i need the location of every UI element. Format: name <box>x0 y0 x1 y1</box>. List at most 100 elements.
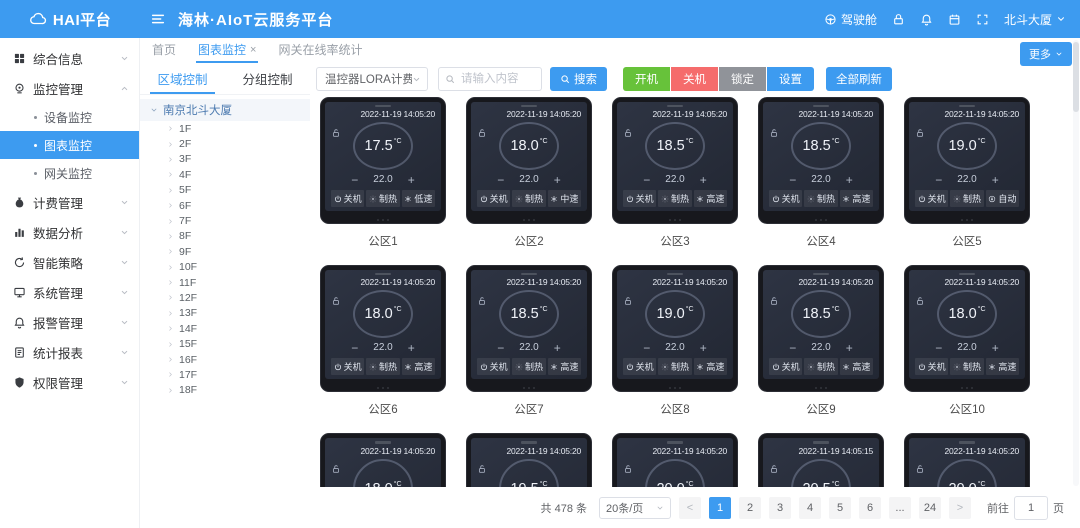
mode-button[interactable]: 制热 <box>804 190 837 207</box>
device-card-3[interactable]: 2022-11-19 14:05:2018.5°C−22.0+关机制热高速公区3 <box>612 97 738 249</box>
device-type-select[interactable]: 温控器LORA计费 <box>316 67 428 91</box>
power-state-button[interactable]: 关机 <box>769 358 802 375</box>
power-state-button[interactable]: 关机 <box>477 190 510 207</box>
cockpit-button[interactable]: 驾驶舱 <box>824 11 877 28</box>
breadcrumb-tab-1[interactable]: 图表监控× <box>198 41 256 63</box>
setpoint-plus-button[interactable]: + <box>408 175 415 185</box>
device-card-13[interactable]: 2022-11-19 14:05:2020.0°C <box>612 433 738 490</box>
sidebar-item-7[interactable]: 统计报表 <box>0 337 139 367</box>
power-off-button[interactable]: 关机 <box>671 67 718 91</box>
tree-floor-15F[interactable]: 15F <box>140 336 310 351</box>
mode-button[interactable]: 制热 <box>804 358 837 375</box>
setpoint-plus-button[interactable]: + <box>700 343 707 353</box>
tree-floor-12F[interactable]: 12F <box>140 290 310 305</box>
fan-speed-button[interactable]: 高速 <box>402 358 435 375</box>
setpoint-plus-button[interactable]: + <box>700 175 707 185</box>
fan-speed-button[interactable]: 高速 <box>694 190 727 207</box>
device-card-1[interactable]: 2022-11-19 14:05:2017.5°C−22.0+关机制热低速公区1 <box>320 97 446 249</box>
setpoint-minus-button[interactable]: − <box>643 175 650 185</box>
search-input[interactable] <box>459 72 535 86</box>
sidebar-item-4[interactable]: 智能策略 <box>0 247 139 277</box>
power-state-button[interactable]: 关机 <box>769 190 802 207</box>
tree-floor-4F[interactable]: 4F <box>140 167 310 182</box>
sidebar-item-2[interactable]: 计费管理 <box>0 187 139 217</box>
tree-floor-13F[interactable]: 13F <box>140 306 310 321</box>
power-state-button[interactable]: 关机 <box>623 190 656 207</box>
setpoint-minus-button[interactable]: − <box>497 343 504 353</box>
panel-tab-0[interactable]: 区域控制 <box>140 63 225 94</box>
mode-button[interactable]: 制热 <box>366 190 399 207</box>
sidebar-subitem-设备监控[interactable]: 设备监控 <box>0 103 139 131</box>
setpoint-plus-button[interactable]: + <box>992 343 999 353</box>
next-page-button[interactable]: > <box>949 497 971 519</box>
setpoint-plus-button[interactable]: + <box>846 175 853 185</box>
sidebar-subitem-网关监控[interactable]: 网关监控 <box>0 159 139 187</box>
tree-floor-8F[interactable]: 8F <box>140 229 310 244</box>
vertical-scrollbar[interactable] <box>1073 40 1079 486</box>
device-card-7[interactable]: 2022-11-19 14:05:2018.5°C−22.0+关机制热高速公区7 <box>466 265 592 417</box>
power-on-button[interactable]: 开机 <box>623 67 670 91</box>
prev-page-button[interactable]: < <box>679 497 701 519</box>
device-card-14[interactable]: 2022-11-19 14:05:1520.5°C <box>758 433 884 490</box>
tree-floor-3F[interactable]: 3F <box>140 152 310 167</box>
power-state-button[interactable]: 关机 <box>915 358 948 375</box>
tree-root-node[interactable]: 南京北斗大厦 <box>140 99 310 121</box>
panel-tab-1[interactable]: 分组控制 <box>225 63 310 94</box>
device-card-2[interactable]: 2022-11-19 14:05:2018.0°C−22.0+关机制热中速公区2 <box>466 97 592 249</box>
sidebar-item-5[interactable]: 系统管理 <box>0 277 139 307</box>
device-card-15[interactable]: 2022-11-19 14:05:2020.0°C <box>904 433 1030 490</box>
page-button-24[interactable]: 24 <box>919 497 941 519</box>
fan-speed-button[interactable]: 自动 <box>986 190 1019 207</box>
mode-button[interactable]: 制热 <box>658 190 691 207</box>
lock-icon[interactable] <box>892 13 905 26</box>
fan-speed-button[interactable]: 高速 <box>694 358 727 375</box>
tree-floor-6F[interactable]: 6F <box>140 198 310 213</box>
page-button-1[interactable]: 1 <box>709 497 731 519</box>
device-card-8[interactable]: 2022-11-19 14:05:2019.0°C−22.0+关机制热高速公区8 <box>612 265 738 417</box>
power-state-button[interactable]: 关机 <box>331 190 364 207</box>
power-state-button[interactable]: 关机 <box>331 358 364 375</box>
mode-button[interactable]: 制热 <box>950 358 983 375</box>
tree-floor-16F[interactable]: 16F <box>140 352 310 367</box>
device-card-9[interactable]: 2022-11-19 14:05:2018.5°C−22.0+关机制热高速公区9 <box>758 265 884 417</box>
breadcrumb-tab-0[interactable]: 首页 <box>152 41 176 63</box>
scrollbar-thumb[interactable] <box>1073 42 1079 112</box>
page-button-3[interactable]: 3 <box>769 497 791 519</box>
page-button-2[interactable]: 2 <box>739 497 761 519</box>
calendar-icon[interactable] <box>948 13 961 26</box>
setpoint-plus-button[interactable]: + <box>554 343 561 353</box>
tree-floor-11F[interactable]: 11F <box>140 275 310 290</box>
device-card-11[interactable]: 2022-11-19 14:05:2018.0°C <box>320 433 446 490</box>
tree-floor-9F[interactable]: 9F <box>140 244 310 259</box>
fan-speed-button[interactable]: 高速 <box>548 358 581 375</box>
setpoint-minus-button[interactable]: − <box>789 343 796 353</box>
setpoint-plus-button[interactable]: + <box>846 343 853 353</box>
sidebar-subitem-图表监控[interactable]: 图表监控 <box>0 131 139 159</box>
device-card-10[interactable]: 2022-11-19 14:05:2018.0°C−22.0+关机制热高速公区1… <box>904 265 1030 417</box>
page-button-6[interactable]: 6 <box>859 497 881 519</box>
setpoint-minus-button[interactable]: − <box>643 343 650 353</box>
tree-floor-5F[interactable]: 5F <box>140 183 310 198</box>
fan-speed-button[interactable]: 中速 <box>548 190 581 207</box>
project-selector[interactable]: 北斗大厦 <box>1004 11 1066 28</box>
tree-floor-7F[interactable]: 7F <box>140 213 310 228</box>
setpoint-plus-button[interactable]: + <box>992 175 999 185</box>
sidebar-item-8[interactable]: 权限管理 <box>0 367 139 397</box>
device-card-5[interactable]: 2022-11-19 14:05:2019.0°C−22.0+关机制热自动公区5 <box>904 97 1030 249</box>
refresh-all-button[interactable]: 全部刷新 <box>826 67 892 91</box>
notifications-bell-icon[interactable] <box>920 13 933 26</box>
power-state-button[interactable]: 关机 <box>623 358 656 375</box>
setpoint-plus-button[interactable]: + <box>554 175 561 185</box>
close-icon[interactable]: × <box>250 44 256 56</box>
setpoint-minus-button[interactable]: − <box>351 175 358 185</box>
collapse-menu-icon[interactable] <box>150 11 166 27</box>
app-logo[interactable]: HAI平台 <box>0 0 140 38</box>
sidebar-item-1[interactable]: 监控管理 <box>0 73 139 103</box>
device-card-12[interactable]: 2022-11-19 14:05:2019.5°C <box>466 433 592 490</box>
mode-button[interactable]: 制热 <box>512 190 545 207</box>
setpoint-minus-button[interactable]: − <box>935 175 942 185</box>
fan-speed-button[interactable]: 低速 <box>402 190 435 207</box>
fan-speed-button[interactable]: 高速 <box>840 358 873 375</box>
setpoint-minus-button[interactable]: − <box>351 343 358 353</box>
sidebar-item-3[interactable]: 数据分析 <box>0 217 139 247</box>
